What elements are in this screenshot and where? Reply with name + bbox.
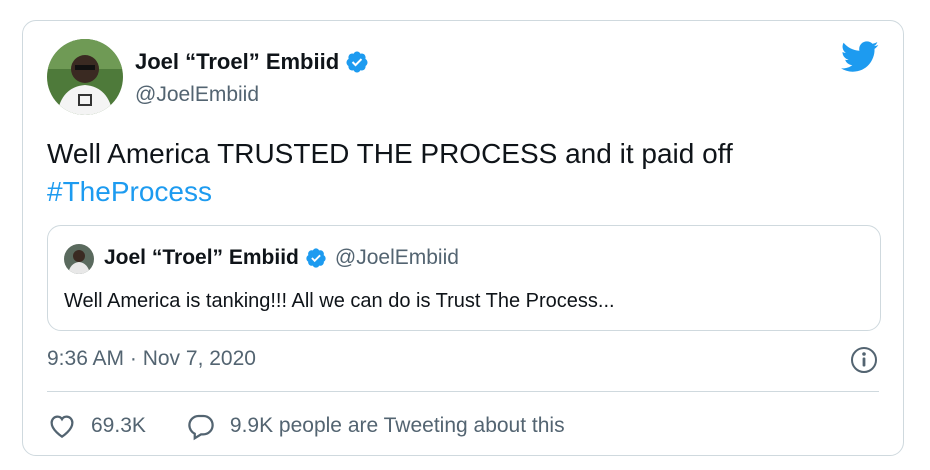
like-count: 69.3K (91, 414, 146, 437)
twitter-bird-icon[interactable] (840, 41, 879, 73)
tweet-card[interactable]: Joel “Troel” Embiid @JoelEmbiid Well Ame… (22, 20, 904, 456)
reply-bubble-icon (188, 414, 214, 441)
quoted-tweet[interactable]: Joel “Troel” Embiid @JoelEmbiid Well Ame… (47, 225, 881, 331)
quoted-tweet-text: Well America is tanking!!! All we can do… (64, 290, 615, 312)
tweet-actions: 69.3K 9.9K people are Tweeting about thi… (47, 411, 605, 441)
author-name-row[interactable]: Joel “Troel” Embiid (135, 49, 369, 75)
tweet-body: Well America TRUSTED THE PROCESS and it … (47, 138, 733, 169)
info-icon[interactable] (849, 345, 879, 375)
quoted-header: Joel “Troel” Embiid @JoelEmbiid (104, 246, 459, 270)
verified-badge-icon (305, 247, 327, 269)
heart-icon (50, 415, 74, 438)
quoted-author-handle[interactable]: @JoelEmbiid (335, 246, 459, 270)
divider (47, 391, 879, 392)
conversation-count: 9.9K people are Tweeting about this (229, 414, 565, 437)
author-avatar[interactable] (47, 39, 123, 115)
verified-badge-icon (345, 50, 369, 74)
author-handle[interactable]: @JoelEmbiid (135, 83, 259, 107)
like-button[interactable]: 69.3K (47, 411, 146, 441)
tweet-timestamp[interactable]: 9:36 AM · Nov 7, 2020 (47, 347, 256, 371)
quoted-author-avatar[interactable] (64, 244, 94, 274)
tweet-text: Well America TRUSTED THE PROCESS and it … (47, 135, 877, 211)
hashtag-link[interactable]: #TheProcess (47, 173, 877, 211)
author-name[interactable]: Joel “Troel” Embiid (135, 49, 339, 75)
quoted-author-name[interactable]: Joel “Troel” Embiid (104, 246, 299, 270)
conversation-button[interactable]: 9.9K people are Tweeting about this (186, 411, 565, 441)
